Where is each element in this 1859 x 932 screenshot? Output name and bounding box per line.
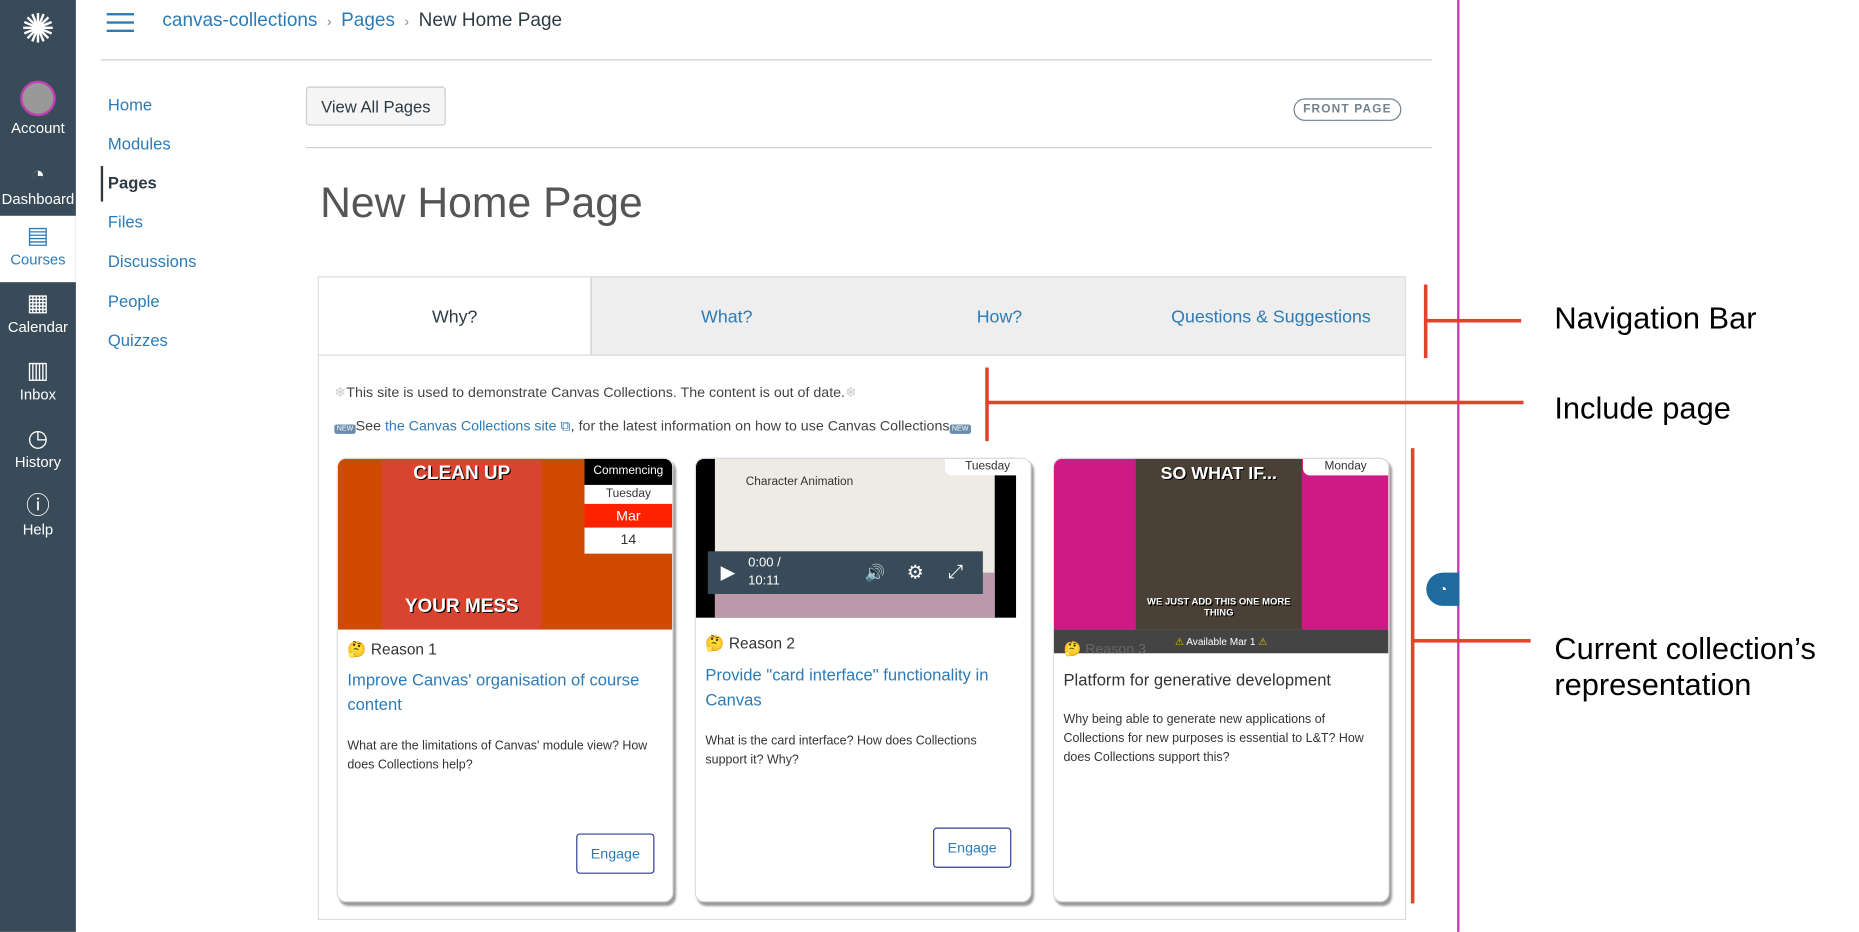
annotation-include-page: Include page	[1554, 390, 1731, 426]
collection-card: Character Animation ▶ 0:00 /10:11 🔊 ⚙ ⤢ …	[694, 457, 1032, 903]
breadcrumb-current: New Home Page	[418, 10, 563, 31]
history-icon: ◷	[27, 425, 49, 452]
courses-icon: ▤	[26, 222, 50, 249]
global-nav-calendar[interactable]: ▦ Calendar	[0, 290, 76, 342]
video-controls: ▶ 0:00 /10:11 🔊 ⚙ ⤢	[707, 551, 983, 594]
new-icon: NEW	[334, 424, 356, 434]
card-description: What are the limitations of Canvas' modu…	[347, 738, 648, 772]
card-description: Why being able to generate new applicati…	[1063, 712, 1364, 765]
canvas-logo[interactable]: ✺	[0, 6, 76, 56]
help-icon: ⓘ	[26, 493, 50, 520]
avatar	[20, 80, 56, 117]
engage-button[interactable]: Engage	[576, 833, 655, 874]
collection-card: SO WHAT IF... WE JUST ADD THIS ONE MORE …	[1052, 457, 1390, 903]
inbox-icon: ▥	[26, 358, 50, 385]
front-page-badge: FRONT PAGE	[1293, 98, 1402, 121]
snowflake-icon: ❄	[334, 384, 347, 401]
global-navigation: ✺ Account ◔ Dashboard ▤ Courses ▦ Calendar …	[0, 0, 76, 932]
tab-why[interactable]: Why?	[318, 277, 592, 356]
course-nav-files[interactable]: Files	[108, 212, 143, 231]
snowflake-icon: ❄	[845, 384, 857, 401]
course-nav-pages[interactable]: Pages	[108, 173, 157, 192]
card-title: Platform for generative development	[1063, 669, 1332, 689]
annotation-line	[1412, 639, 1531, 643]
breadcrumb: canvas-collections › Pages › New Home Page	[162, 10, 563, 31]
course-nav-home[interactable]: Home	[108, 95, 152, 114]
calendar-icon: ▦	[26, 290, 50, 317]
page-title: New Home Page	[320, 177, 643, 227]
card-image-meme: SO WHAT IF... WE JUST ADD THIS ONE MORE …	[1053, 458, 1389, 630]
card-video[interactable]: Character Animation ▶ 0:00 /10:11 🔊 ⚙ ⤢	[695, 458, 1017, 618]
active-indicator	[100, 165, 104, 202]
global-nav-inbox[interactable]: ▥ Inbox	[0, 358, 76, 410]
annotation-line	[986, 400, 1524, 405]
tab-questions-suggestions[interactable]: Questions & Suggestions	[1135, 277, 1408, 355]
thinking-face-icon: 🤔	[347, 640, 367, 659]
card-label: 🤔 Reason 3	[1063, 640, 1147, 657]
card-date: Tuesday	[944, 458, 1031, 476]
global-nav-history[interactable]: ◷ History	[0, 426, 76, 478]
dashboard-icon: ◔	[30, 162, 46, 189]
thinking-face-icon: 🤔	[705, 634, 725, 653]
canvas-collections-site-link[interactable]: the Canvas Collections site	[385, 417, 557, 434]
volume-icon[interactable]: 🔊	[855, 563, 895, 583]
fullscreen-icon[interactable]: ⤢	[935, 562, 975, 583]
card-title-link[interactable]: Provide "card interface" functionality i…	[705, 663, 1016, 713]
include-note-1: ❄This site is used to demonstrate Canvas…	[334, 384, 857, 401]
card-date: Commencing Tuesday Mar 14	[584, 458, 673, 554]
collection-card: CLEAN UP YOUR MESS Commencing Tuesday Ma…	[336, 457, 674, 903]
play-icon[interactable]: ▶	[708, 561, 748, 585]
header-divider	[100, 59, 1433, 61]
collections-navigation-bar: Why? What? How? Questions & Suggestions	[317, 276, 1408, 356]
external-link-icon: ⧉	[556, 417, 571, 434]
annotation-line	[1425, 318, 1522, 323]
card-label: 🤔 Reason 1	[347, 640, 437, 659]
course-nav-people[interactable]: People	[108, 292, 160, 311]
tab-how[interactable]: How?	[863, 277, 1136, 355]
global-nav-help[interactable]: ⓘ Help	[0, 493, 76, 545]
annotation-bracket	[1410, 448, 1415, 904]
help-tab-icon[interactable]: ◔	[1426, 572, 1460, 606]
hamburger-menu-icon[interactable]	[106, 13, 134, 33]
global-nav-dashboard[interactable]: ◔ Dashboard	[0, 162, 76, 212]
global-nav-courses[interactable]: ▤ Courses	[0, 215, 76, 283]
construction-icon: ⚠	[1258, 635, 1268, 648]
course-nav-quizzes[interactable]: Quizzes	[108, 331, 168, 350]
divider	[305, 147, 1433, 149]
breadcrumb-pages[interactable]: Pages	[341, 11, 395, 31]
card-date: Monday	[1302, 458, 1389, 476]
engage-button[interactable]: Engage	[933, 827, 1012, 868]
include-note-2: NEW See the Canvas Collections site ⧉, fo…	[334, 417, 971, 435]
global-nav-account[interactable]: Account	[0, 80, 76, 143]
tab-what[interactable]: What?	[590, 277, 863, 355]
card-label: 🤔 Reason 2	[705, 634, 795, 653]
breadcrumb-course[interactable]: canvas-collections	[162, 11, 317, 31]
course-nav-modules[interactable]: Modules	[108, 134, 171, 153]
view-all-pages-button[interactable]: View All Pages	[305, 86, 446, 126]
card-title-link[interactable]: Improve Canvas' organisation of course c…	[347, 667, 658, 717]
annotation-navigation-bar: Navigation Bar	[1554, 299, 1757, 336]
card-description: What is the card interface? How does Col…	[705, 733, 977, 768]
annotation-current-collection: Current collection’s representation	[1554, 630, 1816, 702]
settings-gear-icon[interactable]: ⚙	[895, 561, 935, 585]
thinking-face-icon: 🤔	[1063, 640, 1082, 657]
construction-icon: ⚠	[1174, 635, 1184, 648]
page-divider	[1457, 0, 1460, 932]
new-icon: NEW	[949, 424, 971, 434]
course-nav-discussions[interactable]: Discussions	[108, 251, 197, 270]
